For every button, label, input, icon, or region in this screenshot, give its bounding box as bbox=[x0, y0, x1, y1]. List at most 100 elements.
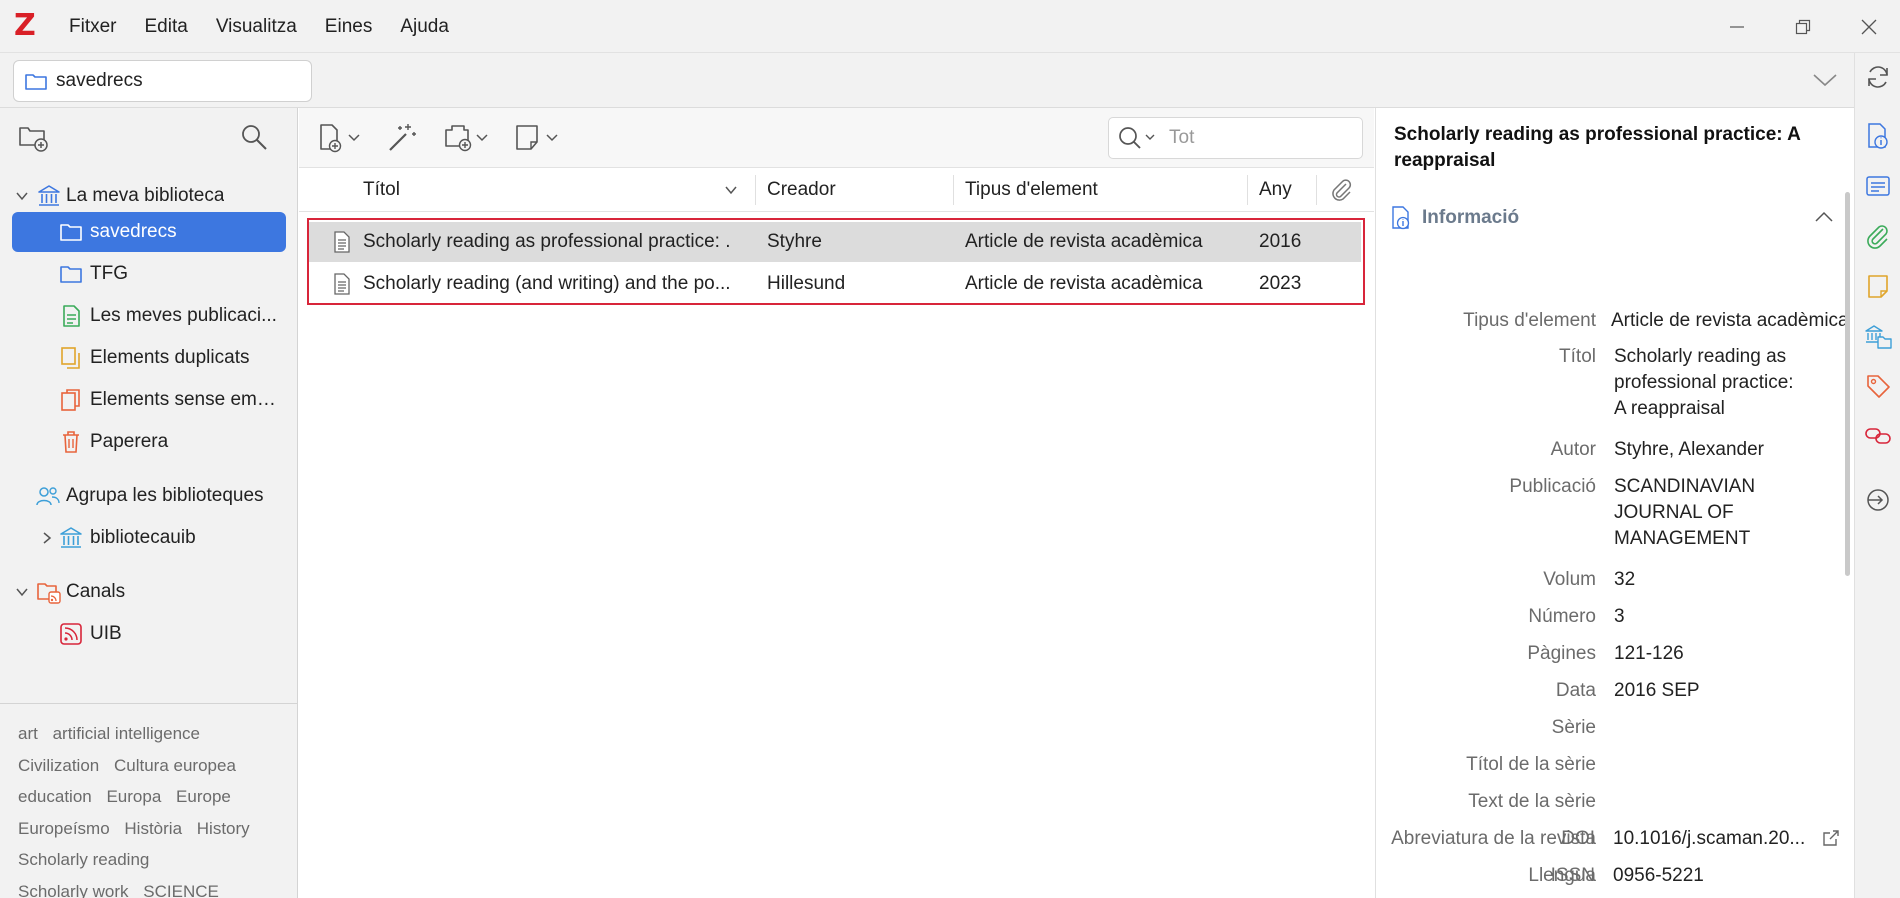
chevron-up-icon[interactable] bbox=[1814, 210, 1834, 224]
info-section-header[interactable]: Informació bbox=[1390, 202, 1840, 234]
new-attachment-button[interactable] bbox=[440, 118, 494, 158]
menu-tools[interactable]: Eines bbox=[311, 16, 387, 38]
current-collection-tab[interactable]: savedrecs bbox=[13, 60, 312, 102]
column-year-label: Any bbox=[1259, 179, 1292, 200]
tree-item-unfiled[interactable]: Elements sense emp... bbox=[0, 380, 298, 420]
sync-icon bbox=[1868, 66, 1888, 88]
column-separator[interactable] bbox=[953, 175, 954, 205]
field-label: Text de la sèrie bbox=[1468, 791, 1596, 812]
column-title[interactable]: Títol bbox=[363, 168, 400, 212]
menu-help[interactable]: Ajuda bbox=[386, 16, 463, 38]
new-note-button[interactable] bbox=[513, 118, 563, 158]
tree-group-libraries[interactable]: Agrupa les biblioteques bbox=[0, 476, 298, 516]
new-collection-button[interactable] bbox=[18, 123, 50, 159]
tree-feeds[interactable]: Canals bbox=[0, 572, 298, 612]
field-value[interactable]: Styhre, Alexander bbox=[1614, 437, 1854, 463]
minimize-button[interactable] bbox=[1704, 0, 1770, 53]
field-value[interactable]: 32 bbox=[1614, 567, 1854, 593]
restore-button[interactable] bbox=[1770, 0, 1836, 53]
info-icon bbox=[1868, 123, 1888, 149]
minimize-icon bbox=[1730, 25, 1744, 28]
tree-item-duplicates[interactable]: Elements duplicats bbox=[0, 338, 298, 378]
column-attachments[interactable] bbox=[1329, 168, 1353, 212]
field-label: Volum bbox=[1543, 569, 1596, 590]
field-value[interactable]: 10.1016/j.scaman.20... bbox=[1613, 828, 1813, 852]
sidenav-abstract[interactable] bbox=[1863, 171, 1893, 201]
collections-pane: La meva biblioteca savedrecs TFG Les mev… bbox=[0, 108, 298, 898]
menu-edit[interactable]: Edita bbox=[131, 16, 202, 38]
tag[interactable]: Europe bbox=[176, 781, 231, 813]
item-title: Scholarly reading as professional practi… bbox=[1394, 124, 1801, 171]
field-value[interactable]: Scholarly reading as professional practi… bbox=[1614, 344, 1854, 422]
tree-my-library[interactable]: La meva biblioteca bbox=[0, 176, 298, 216]
item-pane-sidenav bbox=[1854, 53, 1900, 898]
tag[interactable]: art bbox=[18, 718, 38, 750]
close-window-button[interactable] bbox=[1836, 0, 1900, 53]
collapse-pane-button[interactable] bbox=[1812, 69, 1838, 97]
duplicates-icon bbox=[58, 345, 84, 371]
sidenav-tags[interactable] bbox=[1863, 371, 1893, 401]
column-year[interactable]: Any bbox=[1259, 168, 1292, 212]
tag[interactable]: Civilization bbox=[18, 750, 99, 782]
column-separator[interactable] bbox=[1316, 175, 1317, 205]
tree-item-uib-feed[interactable]: UIB bbox=[0, 614, 298, 654]
tree-item-bibliotecauib[interactable]: bibliotecauib bbox=[0, 518, 298, 558]
open-link-icon[interactable] bbox=[1821, 828, 1841, 848]
sync-button[interactable] bbox=[1863, 62, 1893, 92]
tree-item-trash[interactable]: Paperera bbox=[0, 422, 298, 462]
tree-item-my-publications[interactable]: Les meves publicaci... bbox=[0, 296, 298, 336]
tag[interactable]: Cultura europea bbox=[114, 750, 236, 782]
item-pane: Scholarly reading as professional practi… bbox=[1375, 108, 1853, 898]
sidenav-info[interactable] bbox=[1863, 121, 1893, 151]
field-value[interactable]: 0956-5221 bbox=[1613, 863, 1853, 889]
attachment-add-icon bbox=[445, 125, 488, 152]
sidenav-notes[interactable] bbox=[1863, 271, 1893, 301]
field-label: Autor bbox=[1550, 439, 1596, 460]
tag[interactable]: Scholarly work bbox=[18, 876, 129, 898]
tag[interactable]: History bbox=[197, 813, 250, 845]
sidenav-locate[interactable] bbox=[1863, 485, 1893, 515]
tree-item-savedrecs[interactable]: savedrecs bbox=[0, 212, 298, 252]
menu-view[interactable]: Visualitza bbox=[202, 16, 311, 38]
abstract-icon bbox=[1866, 176, 1890, 196]
column-creator[interactable]: Creador bbox=[767, 168, 836, 212]
add-by-identifier-button[interactable] bbox=[386, 118, 420, 158]
column-separator[interactable] bbox=[1247, 175, 1248, 205]
search-input[interactable]: Tot bbox=[1108, 117, 1363, 159]
sort-chevron-icon[interactable] bbox=[724, 168, 738, 212]
tag[interactable]: artificial intelligence bbox=[53, 718, 200, 750]
column-type[interactable]: Tipus d'element bbox=[965, 168, 1098, 212]
field-value[interactable]: 3 bbox=[1614, 604, 1854, 630]
sidenav-related[interactable] bbox=[1863, 421, 1893, 451]
chevron-down-icon[interactable] bbox=[15, 585, 29, 599]
tag[interactable]: Scholarly reading bbox=[18, 844, 149, 876]
tag[interactable]: Europeísmo bbox=[18, 813, 110, 845]
field-label: ISSN bbox=[1550, 865, 1595, 886]
group-icon bbox=[35, 483, 61, 509]
tag[interactable]: education bbox=[18, 781, 92, 813]
column-title-label: Títol bbox=[363, 179, 400, 200]
field-value[interactable]: SCANDINAVIAN JOURNAL OF MANAGEMENT bbox=[1614, 474, 1854, 552]
chevron-right-icon[interactable] bbox=[40, 531, 54, 545]
tag[interactable]: Història bbox=[124, 813, 182, 845]
field-value[interactable]: Article de revista acadèmica bbox=[1611, 308, 1851, 334]
tag[interactable]: Europa bbox=[106, 781, 161, 813]
new-collection-icon bbox=[19, 127, 48, 152]
note-icon bbox=[516, 125, 558, 150]
item-pane-scrollbar[interactable] bbox=[1845, 192, 1850, 576]
field-value[interactable]: 121-126 bbox=[1614, 641, 1854, 667]
sidenav-libraries-collections[interactable] bbox=[1863, 321, 1893, 351]
chevron-down-icon[interactable] bbox=[15, 189, 29, 203]
tree-item-tfg[interactable]: TFG bbox=[0, 254, 298, 294]
filter-collections-button[interactable] bbox=[240, 123, 268, 157]
info-icon bbox=[1392, 206, 1410, 230]
sidenav-attachments[interactable] bbox=[1863, 221, 1893, 251]
tag[interactable]: SCIENCE bbox=[143, 876, 219, 898]
column-separator[interactable] bbox=[755, 175, 756, 205]
tag-icon bbox=[1867, 375, 1890, 398]
new-item-button[interactable] bbox=[317, 118, 367, 158]
folder-icon bbox=[58, 219, 84, 245]
library-icon bbox=[58, 525, 84, 551]
menu-file[interactable]: Fitxer bbox=[55, 16, 131, 38]
field-value[interactable]: 2016 SEP bbox=[1614, 678, 1854, 704]
